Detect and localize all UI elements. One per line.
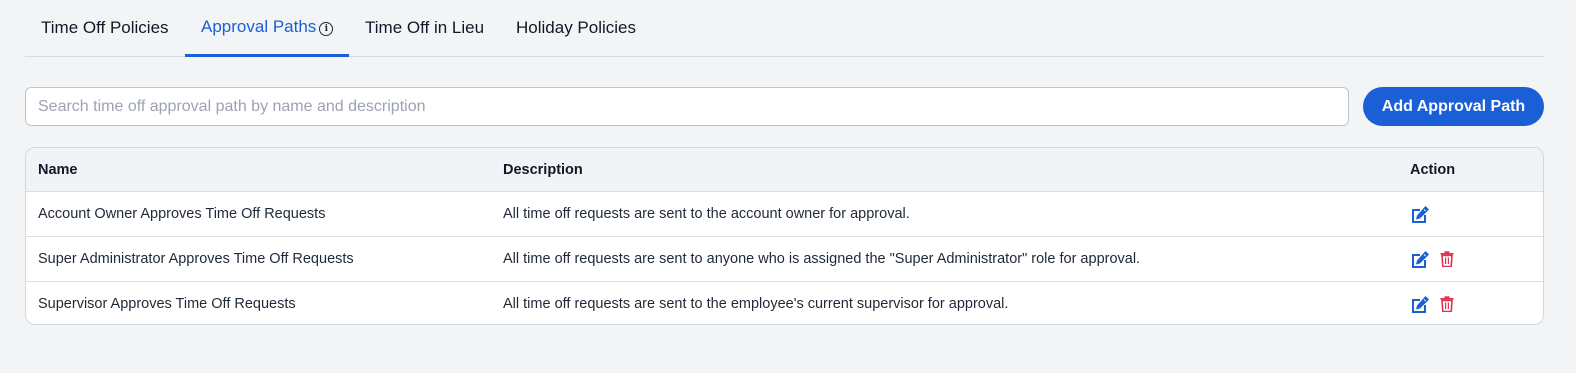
edit-icon[interactable] <box>1410 249 1430 269</box>
column-header-action: Action <box>1410 161 1456 178</box>
trash-icon[interactable] <box>1437 294 1457 314</box>
tab-time-off-in-lieu[interactable]: Time Off in Lieu <box>349 0 500 56</box>
row-name: Supervisor Approves Time Off Requests <box>38 296 296 312</box>
table-row: Supervisor Approves Time Off Requests Al… <box>26 281 1543 324</box>
row-description: All time off requests are sent to anyone… <box>503 251 1141 267</box>
row-actions <box>1410 192 1437 236</box>
column-header-name: Name <box>38 161 78 178</box>
page: Time Off Policies Approval Paths i Time … <box>0 0 1576 373</box>
row-name: Super Administrator Approves Time Off Re… <box>38 251 354 267</box>
column-header-description: Description <box>503 161 583 178</box>
table-header: Name Description Action <box>26 148 1543 191</box>
row-description: All time off requests are sent to the em… <box>503 296 1009 312</box>
info-icon[interactable]: i <box>319 21 334 36</box>
row-description: All time off requests are sent to the ac… <box>503 206 910 222</box>
tab-label: Time Off Policies <box>41 18 169 37</box>
row-actions <box>1410 282 1464 324</box>
add-approval-path-button[interactable]: Add Approval Path <box>1363 87 1544 126</box>
table-row: Account Owner Approves Time Off Requests… <box>26 191 1543 236</box>
edit-icon[interactable] <box>1410 294 1430 314</box>
tab-approval-paths[interactable]: Approval Paths i <box>185 0 350 57</box>
search-input[interactable] <box>25 87 1349 126</box>
edit-icon[interactable] <box>1410 204 1430 224</box>
approval-paths-table: Name Description Action Account Owner Ap… <box>25 147 1544 325</box>
tab-label: Holiday Policies <box>516 18 636 37</box>
table-row: Super Administrator Approves Time Off Re… <box>26 236 1543 281</box>
tab-bar: Time Off Policies Approval Paths i Time … <box>25 0 1544 57</box>
tab-label: Time Off in Lieu <box>365 18 485 37</box>
tab-label: Approval Paths <box>201 17 317 36</box>
trash-icon[interactable] <box>1437 249 1457 269</box>
row-name: Account Owner Approves Time Off Requests <box>38 206 326 222</box>
row-actions <box>1410 237 1464 281</box>
tab-time-off-policies[interactable]: Time Off Policies <box>25 0 185 56</box>
tab-holiday-policies[interactable]: Holiday Policies <box>500 0 652 56</box>
